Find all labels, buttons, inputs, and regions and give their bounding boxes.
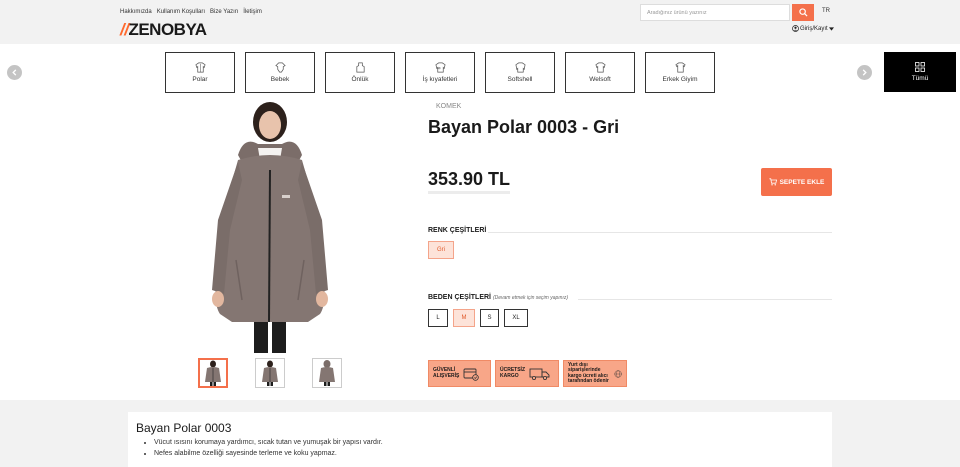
softshell-jacket-icon <box>515 62 525 73</box>
thumbnail-coat-front-image <box>205 360 221 386</box>
main-content <box>0 44 960 400</box>
description-bullet: Vücut ısısını korumaya yardımcı, sıcak t… <box>154 439 824 446</box>
jacket-icon <box>194 62 206 73</box>
color-divider <box>488 232 832 233</box>
link-about[interactable]: Hakkımızda <box>120 9 152 15</box>
category-prev-button[interactable] <box>7 65 22 80</box>
cart-icon <box>768 178 777 186</box>
badge-line: KARGO <box>500 372 519 379</box>
search-input[interactable]: Aradığınız ürünü yazınız <box>640 4 790 21</box>
search-icon <box>798 8 808 17</box>
size-option-l[interactable]: L <box>428 309 448 327</box>
apron-icon <box>355 62 365 73</box>
workwear-icon <box>434 62 446 73</box>
category-onluk[interactable]: Önlük <box>325 52 395 93</box>
size-options-title: BEDEN ÇEŞİTLERİ (Devam etmek için seçim … <box>428 294 568 301</box>
description-title: Bayan Polar 0003 <box>136 421 232 435</box>
international-shipping-badge: Yurt dışı siparişlerinde kargo ücreti alı… <box>563 360 627 387</box>
size-option-m[interactable]: M <box>453 309 475 327</box>
login-label: Giriş/Kayıt <box>800 25 828 32</box>
robe-icon <box>594 62 606 73</box>
category-label: Softshell <box>507 76 533 83</box>
badge-shipping-text: ÜCRETSİZ KARGO <box>500 367 525 379</box>
thumbnail-coat-detail-image <box>262 360 278 386</box>
size-options-label: BEDEN ÇEŞİTLERİ <box>428 294 492 301</box>
all-categories-button[interactable]: Tümü <box>884 52 956 92</box>
category-label: Önlük <box>351 76 369 83</box>
badge-international-text: Yurt dışı siparişlerinde kargo ücreti alı… <box>568 361 610 385</box>
category-softshell[interactable]: Softshell <box>485 52 555 93</box>
secure-shopping-badge: GÜVENLİ ALIŞVERİŞ <box>428 360 491 387</box>
category-label: Erkek Giyim <box>662 76 698 83</box>
baby-onesie-icon <box>274 62 286 73</box>
color-options-title: RENK ÇEŞİTLERİ <box>428 227 487 234</box>
top-bar: Hakkımızda Kullanım Koşulları Bize Yazın… <box>0 0 960 44</box>
shirt-icon <box>674 62 686 73</box>
grid-icon <box>915 62 925 72</box>
free-shipping-badge: ÜCRETSİZ KARGO <box>495 360 559 387</box>
caret-down-icon <box>828 26 834 31</box>
product-title: Bayan Polar 0003 - Gri <box>428 117 620 137</box>
login-link[interactable]: Giriş/Kayıt <box>792 25 834 32</box>
add-to-cart-label: SEPETE EKLE <box>779 178 825 186</box>
search-button[interactable] <box>792 4 814 21</box>
category-bar: Polar Bebek Önlük İş kıyafetleri Softshe… <box>165 52 715 93</box>
product-brand[interactable]: KOMEK <box>436 103 461 110</box>
logo-text: ZENOBYA <box>128 20 207 39</box>
product-main-image[interactable] <box>196 100 344 353</box>
user-icon <box>792 25 799 32</box>
category-next-button[interactable] <box>857 65 872 80</box>
product-photo-coat <box>212 102 328 353</box>
category-bebek[interactable]: Bebek <box>245 52 315 93</box>
site-logo[interactable]: //ZENOBYA <box>120 20 207 40</box>
thumbnail-2[interactable] <box>255 358 285 388</box>
size-divider <box>578 299 832 300</box>
language-selector[interactable]: TR <box>822 8 830 14</box>
badge-line: ALIŞVERİŞ <box>433 372 460 379</box>
chevron-left-icon <box>12 69 17 76</box>
category-welsoft[interactable]: Welsoft <box>565 52 635 93</box>
thumbnail-1[interactable] <box>198 358 228 388</box>
globe-icon <box>614 369 622 378</box>
category-label: İş kıyafetleri <box>422 76 458 83</box>
product-price: 353.90 TL <box>428 169 511 194</box>
badge-line: Yurt dışı siparişlerinde <box>568 361 601 373</box>
top-links: Hakkımızda Kullanım Koşulları Bize Yazın… <box>120 9 262 15</box>
category-label: Polar <box>192 76 208 83</box>
chevron-right-icon <box>862 69 867 76</box>
category-is-kiyafetleri[interactable]: İş kıyafetleri <box>405 52 475 93</box>
color-option-gri[interactable]: Gri <box>428 241 454 259</box>
secure-card-icon <box>463 368 480 381</box>
badge-line: kargo ücreti alıcı tarafından ödenir <box>568 372 609 384</box>
size-options-hint: (Devam etmek için seçim yapınız) <box>492 295 568 301</box>
link-contact[interactable]: İletişim <box>243 9 262 15</box>
description-list: Vücut ısısını korumaya yardımcı, sıcak t… <box>136 439 824 457</box>
product-description-card: Bayan Polar 0003 Vücut ısısını korumaya … <box>128 412 832 467</box>
size-option-s[interactable]: S <box>480 309 499 327</box>
category-erkek-giyim[interactable]: Erkek Giyim <box>645 52 715 93</box>
thumbnail-coat-back-image <box>319 360 335 386</box>
link-write-us[interactable]: Bize Yazın <box>210 9 238 15</box>
category-polar[interactable]: Polar <box>165 52 235 93</box>
badge-secure-text: GÜVENLİ ALIŞVERİŞ <box>433 367 460 379</box>
all-categories-label: Tümü <box>911 75 929 82</box>
category-label: Welsoft <box>589 76 611 83</box>
thumbnail-3[interactable] <box>312 358 342 388</box>
category-label: Bebek <box>270 76 290 83</box>
description-bullet: Nefes alabilme özelliği sayesinde terlem… <box>154 450 824 457</box>
add-to-cart-button[interactable]: SEPETE EKLE <box>761 168 832 196</box>
size-option-xl[interactable]: XL <box>504 309 528 327</box>
truck-icon <box>529 368 550 380</box>
link-terms[interactable]: Kullanım Koşulları <box>157 9 205 15</box>
